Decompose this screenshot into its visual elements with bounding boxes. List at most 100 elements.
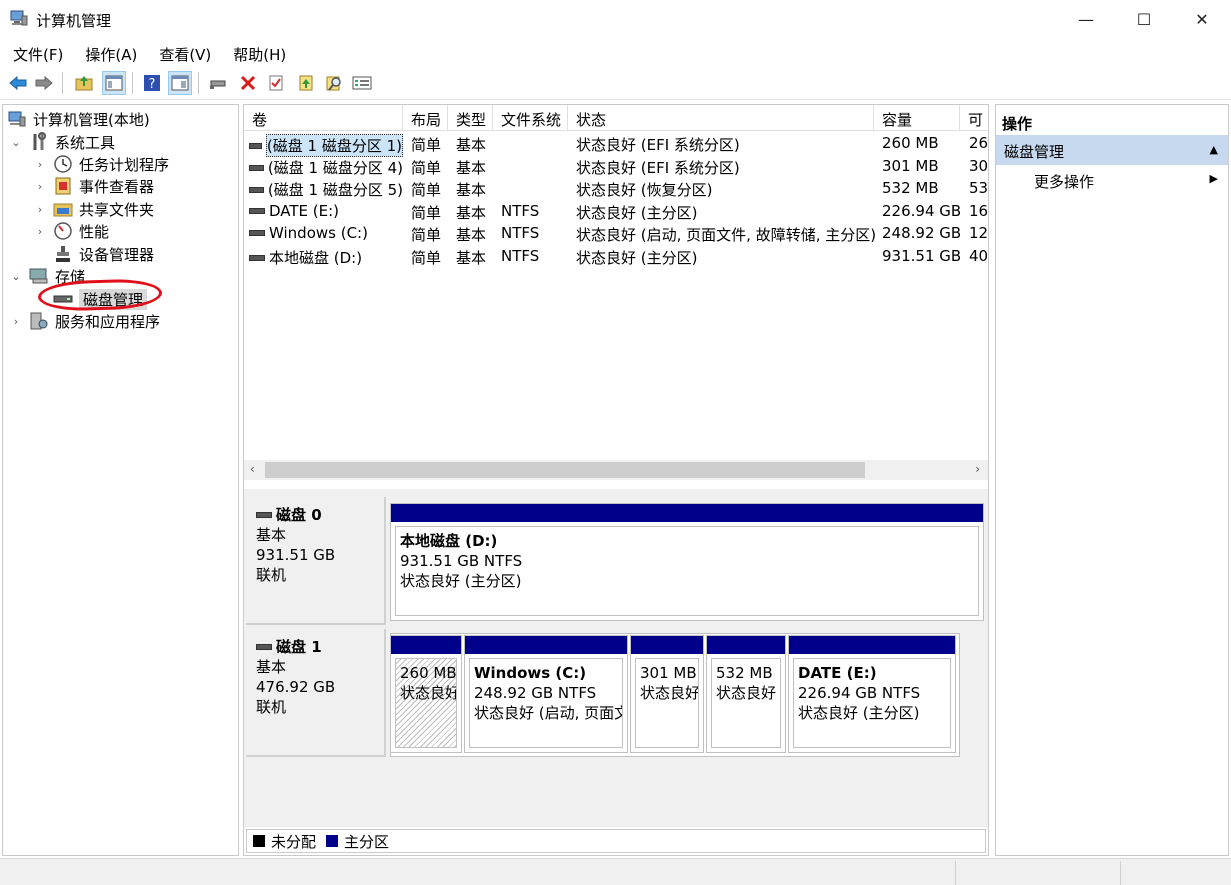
menu-action[interactable]: 操作(A): [73, 40, 147, 66]
tree-item-system-tools[interactable]: ⌄ 系统工具: [9, 131, 115, 153]
cell-status: 状态良好 (EFI 系统分区): [576, 159, 740, 177]
menu-help[interactable]: 帮助(H): [221, 40, 296, 66]
forward-arrow-icon[interactable]: [32, 71, 56, 95]
cell-layout: 简单: [411, 204, 442, 222]
disk-status: 联机: [256, 566, 287, 584]
collapse-chevron-icon[interactable]: ⌄: [9, 136, 23, 149]
horizontal-scrollbar[interactable]: ‹ ›: [244, 460, 988, 480]
scroll-left-icon[interactable]: ‹: [250, 462, 255, 476]
scrollbar-thumb[interactable]: [265, 462, 865, 478]
up-folder-icon[interactable]: [72, 71, 96, 95]
disk-name: 磁盘 1: [276, 638, 322, 656]
column-header-status[interactable]: 状态: [568, 105, 874, 131]
partition-bar: [465, 636, 627, 654]
tree-item-task-scheduler[interactable]: › 任务计划程序: [33, 153, 169, 175]
partition-c[interactable]: Windows (C:) 248.92 GB NTFS 状态良好 (启动, 页面…: [464, 635, 628, 753]
tree-item-performance[interactable]: › 性能: [33, 220, 109, 242]
maximize-button[interactable]: ☐: [1115, 0, 1173, 38]
partition-recovery-5[interactable]: 532 MB 状态良好: [706, 635, 786, 753]
folder-up-icon[interactable]: [294, 71, 318, 95]
cell-free: 26: [969, 134, 988, 152]
partition-status: 状态良好: [716, 684, 777, 702]
disk-drive-icon: [249, 186, 264, 193]
table-row[interactable]: 本地磁盘 (D:) 简单 基本 NTFS 状态良好 (主分区) 931.51 G…: [244, 245, 988, 267]
partition-name: 本地磁盘 (D:): [400, 532, 498, 550]
table-row[interactable]: (磁盘 1 磁盘分区 5) 简单 基本 状态良好 (恢复分区) 532 MB 5…: [244, 177, 988, 199]
help-icon[interactable]: ?: [140, 71, 164, 95]
partition-d[interactable]: 本地磁盘 (D:) 931.51 GB NTFS 状态良好 (主分区): [390, 503, 984, 621]
actions-pane: 操作 磁盘管理 ▲ 更多操作 ▶: [995, 104, 1229, 856]
connect-icon[interactable]: [206, 71, 230, 95]
expand-chevron-icon[interactable]: ›: [33, 180, 47, 193]
more-actions-item[interactable]: 更多操作 ▶: [996, 169, 1228, 193]
disk-drive-icon: [256, 644, 272, 650]
tree-item-label: 任务计划程序: [79, 155, 170, 174]
tree-item-label: 设备管理器: [79, 245, 155, 264]
show-hide-tree-icon[interactable]: [102, 71, 126, 95]
cell-capacity: 532 MB: [882, 179, 939, 197]
menu-file[interactable]: 文件(F): [0, 40, 73, 66]
status-separator: [955, 861, 956, 885]
cell-free: 12: [969, 224, 988, 242]
status-bar: [0, 858, 1231, 885]
partition-size: 248.92 GB NTFS: [474, 684, 597, 702]
table-row[interactable]: DATE (E:) 简单 基本 NTFS 状态良好 (主分区) 226.94 G…: [244, 200, 988, 222]
partition-e[interactable]: DATE (E:) 226.94 GB NTFS 状态良好 (主分区): [788, 635, 956, 753]
collapse-up-icon[interactable]: ▲: [1210, 143, 1218, 156]
column-header-volume[interactable]: 卷: [244, 105, 403, 131]
cell-status: 状态良好 (EFI 系统分区): [576, 136, 740, 154]
toolbar: ?: [0, 68, 1231, 100]
properties-icon[interactable]: [350, 71, 374, 95]
tree-item-shared-folders[interactable]: › 共享文件夹: [33, 198, 154, 220]
toolbar-separator: [132, 72, 133, 94]
partition-efi-1[interactable]: 260 MB 状态良好: [390, 635, 462, 753]
tree-item-label: 共享文件夹: [79, 200, 155, 219]
partition-bar: [789, 636, 955, 654]
navigation-tree: 计算机管理(本地) ⌄ 系统工具 › 任务计划程序 › 事件查看器 › 共享文件…: [2, 104, 239, 856]
cell-capacity: 301 MB: [882, 157, 939, 175]
table-row[interactable]: (磁盘 1 磁盘分区 4) 简单 基本 状态良好 (EFI 系统分区) 301 …: [244, 155, 988, 177]
tree-item-services-apps[interactable]: › 服务和应用程序: [9, 310, 160, 332]
minimize-button[interactable]: —: [1057, 0, 1115, 38]
close-button[interactable]: ✕: [1173, 0, 1231, 38]
column-header-free[interactable]: 可: [960, 105, 988, 131]
expand-chevron-icon[interactable]: ›: [33, 225, 47, 238]
cell-filesystem: NTFS: [501, 202, 540, 220]
shared-folder-icon: [53, 199, 73, 219]
expand-chevron-icon[interactable]: ›: [9, 315, 23, 328]
column-header-type[interactable]: 类型: [448, 105, 493, 131]
cell-filesystem: NTFS: [501, 247, 540, 265]
scroll-right-icon[interactable]: ›: [975, 462, 980, 476]
window-title: 计算机管理: [36, 12, 112, 30]
toolbar-separator: [198, 72, 199, 94]
expand-chevron-icon[interactable]: ›: [33, 203, 47, 216]
cell-free: 30: [969, 157, 988, 175]
disk-1-label[interactable]: 磁盘 1 基本 476.92 GB 联机: [246, 629, 386, 757]
tree-item-device-manager[interactable]: 设备管理器: [53, 243, 154, 265]
volume-table: 卷 布局 类型 文件系统 状态 容量 可 (磁盘 1 磁盘分区 1) 简单 基本…: [244, 105, 988, 481]
tree-item-computer-management[interactable]: 计算机管理(本地): [7, 108, 150, 130]
partition-body: 260 MB 状态良好: [395, 658, 457, 748]
actions-group-disk-management[interactable]: 磁盘管理 ▲: [996, 135, 1228, 165]
delete-icon[interactable]: [236, 71, 260, 95]
column-header-layout[interactable]: 布局: [403, 105, 448, 131]
checklist-icon[interactable]: [264, 71, 288, 95]
legend-label: 主分区: [344, 832, 390, 851]
table-row[interactable]: Windows (C:) 简单 基本 NTFS 状态良好 (启动, 页面文件, …: [244, 222, 988, 244]
console-view-icon[interactable]: [168, 71, 192, 95]
partition-body: 本地磁盘 (D:) 931.51 GB NTFS 状态良好 (主分区): [395, 526, 979, 616]
disk-0-label[interactable]: 磁盘 0 基本 931.51 GB 联机: [246, 497, 386, 625]
menu-view[interactable]: 查看(V): [147, 40, 221, 66]
partition-size: 301 MB: [640, 664, 697, 682]
partition-size: 931.51 GB NTFS: [400, 552, 523, 570]
search-folder-icon[interactable]: [322, 71, 346, 95]
cell-volume: (磁盘 1 磁盘分区 1): [265, 134, 403, 157]
collapse-chevron-icon[interactable]: ⌄: [9, 270, 23, 283]
expand-chevron-icon[interactable]: ›: [33, 158, 47, 171]
tree-item-event-viewer[interactable]: › 事件查看器: [33, 175, 154, 197]
column-header-filesystem[interactable]: 文件系统: [493, 105, 568, 131]
partition-efi-4[interactable]: 301 MB 状态良好: [630, 635, 704, 753]
column-header-capacity[interactable]: 容量: [874, 105, 960, 131]
back-arrow-icon[interactable]: [6, 71, 30, 95]
table-row[interactable]: (磁盘 1 磁盘分区 1) 简单 基本 状态良好 (EFI 系统分区) 260 …: [244, 132, 988, 157]
